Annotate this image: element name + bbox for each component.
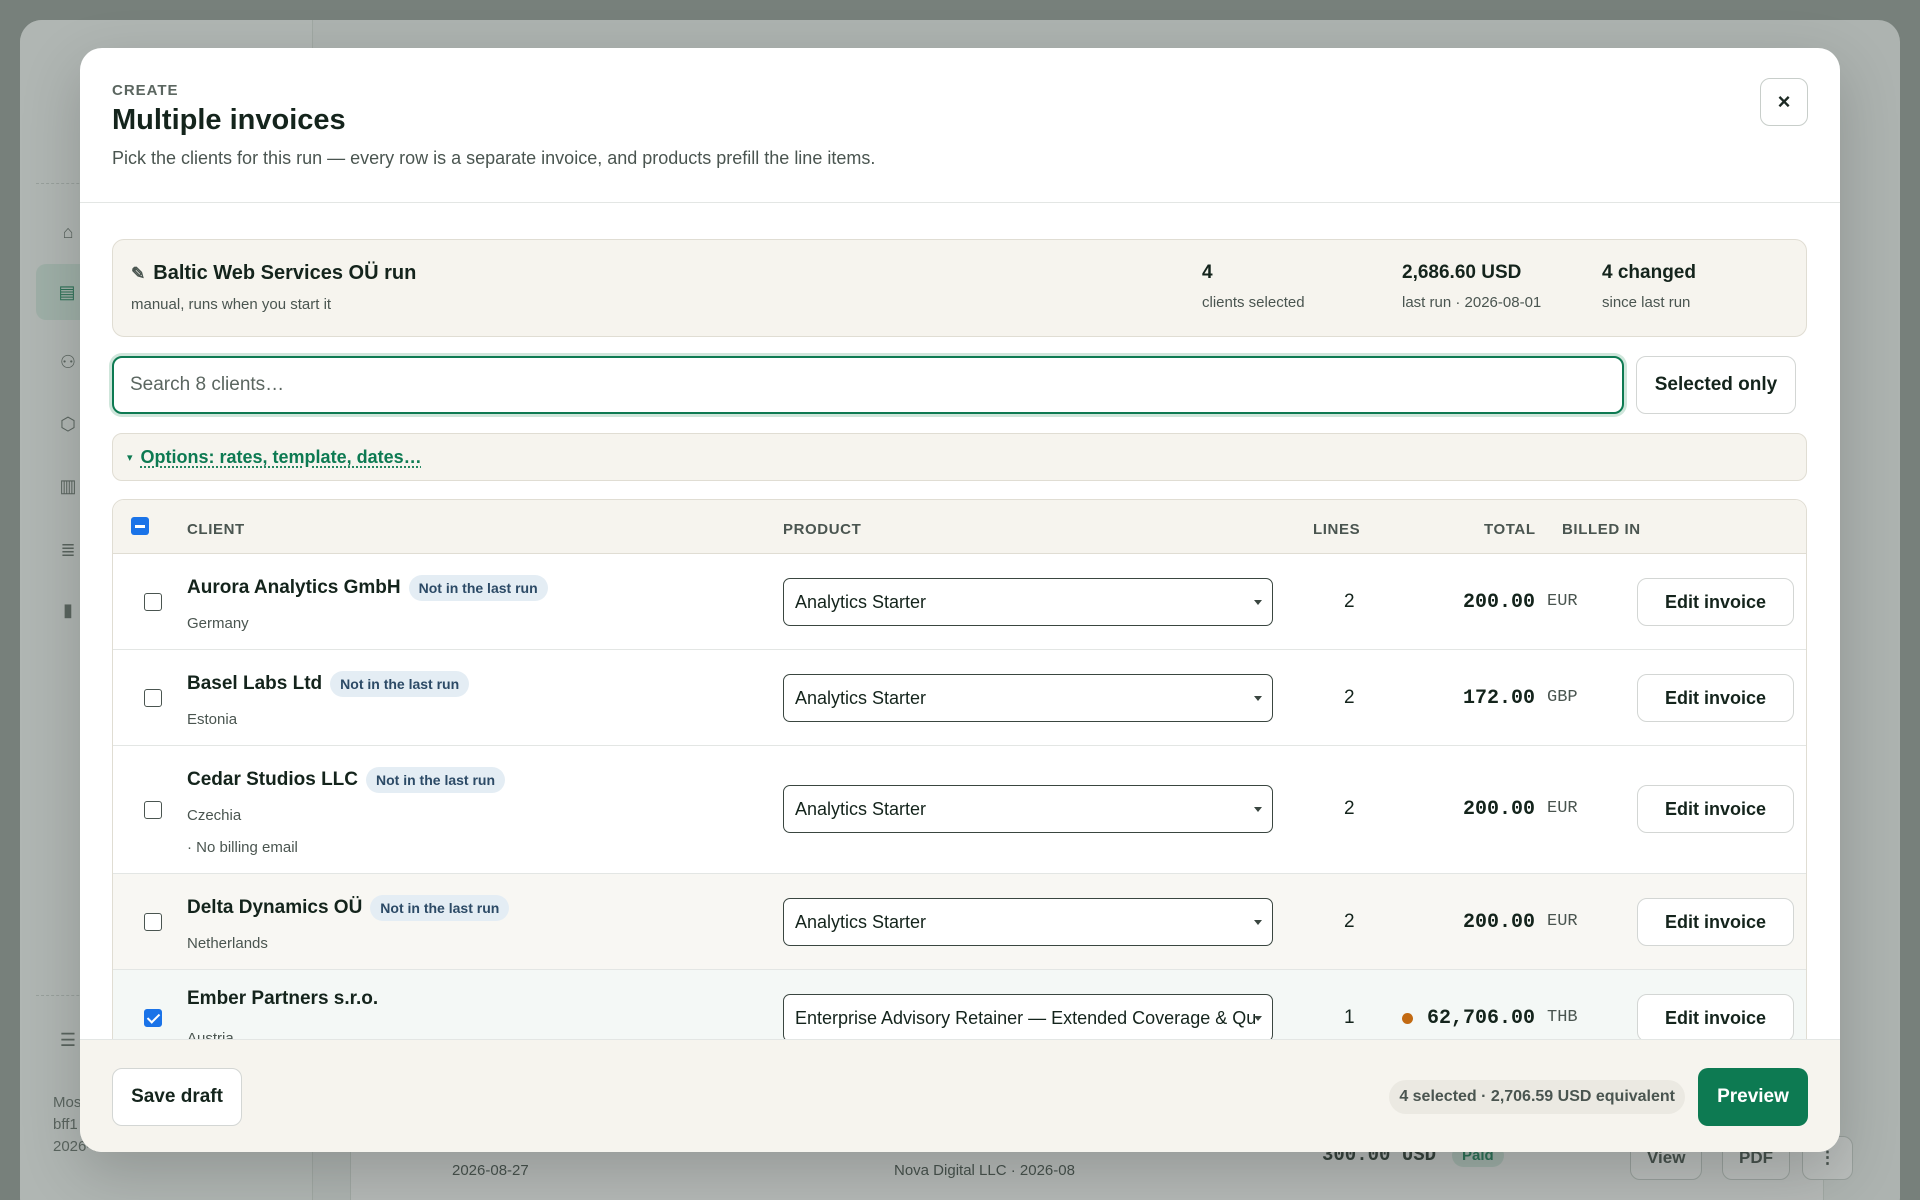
- stat-clients-selected: 4 clients selected: [1202, 262, 1305, 311]
- run-name[interactable]: ✎ Baltic Web Services OÜ run: [131, 262, 416, 285]
- status-badge: Not in the last run: [330, 671, 470, 697]
- row-checkbox[interactable]: [144, 801, 162, 819]
- chevron-down-icon: [1254, 920, 1262, 925]
- warning-dot-icon: [1401, 1013, 1413, 1024]
- status-badge: Not in the last run: [370, 895, 510, 921]
- modal-subtitle: Pick the clients for this run — every ro…: [112, 148, 876, 168]
- table-row: Cedar Studios LLC Not in the last run Cz…: [113, 746, 1806, 874]
- row-currency: EUR: [1547, 912, 1578, 931]
- table-row: Delta Dynamics OÜ Not in the last run Ne…: [113, 874, 1806, 970]
- preview-button[interactable]: Preview: [1698, 1068, 1808, 1126]
- row-checkbox[interactable]: [144, 1009, 162, 1027]
- run-name-text: Baltic Web Services OÜ run: [153, 262, 417, 284]
- header-client: CLIENT: [187, 521, 245, 538]
- edit-invoice-button[interactable]: Edit invoice: [1637, 994, 1794, 1042]
- client-name: Cedar Studios LLC Not in the last run: [187, 767, 506, 793]
- edit-invoice-button[interactable]: Edit invoice: [1637, 578, 1794, 626]
- product-select[interactable]: Analytics Starter: [783, 578, 1273, 626]
- run-description: manual, runs when you start it: [131, 296, 332, 313]
- client-name: Delta Dynamics OÜ Not in the last run: [187, 895, 510, 921]
- row-total: 200.00: [1462, 798, 1535, 821]
- product-select[interactable]: Analytics Starter: [783, 674, 1273, 722]
- pencil-icon[interactable]: ✎: [131, 264, 145, 284]
- client-name: Ember Partners s.r.o.: [187, 988, 379, 1009]
- row-checkbox[interactable]: [144, 913, 162, 931]
- save-draft-button[interactable]: Save draft: [112, 1068, 242, 1126]
- header-product: PRODUCT: [783, 521, 862, 538]
- header-lines: LINES: [1313, 521, 1361, 538]
- row-currency: THB: [1547, 1008, 1578, 1027]
- row-total: 200.00: [1462, 591, 1535, 614]
- caret-down-icon: ▾: [127, 451, 133, 464]
- chevron-down-icon: [1254, 696, 1262, 701]
- row-checkbox[interactable]: [144, 689, 162, 707]
- modal-footer: Save draft 4 selected · 2,706.59 USD equ…: [80, 1039, 1840, 1152]
- client-warning-note: · No billing email: [187, 839, 298, 856]
- client-name: Basel Labs Ltd Not in the last run: [187, 671, 470, 697]
- product-select[interactable]: Enterprise Advisory Retainer — Extended …: [783, 994, 1273, 1042]
- client-country: Czechia: [187, 807, 242, 824]
- row-checkbox[interactable]: [144, 593, 162, 611]
- line-count: 2: [1344, 798, 1355, 819]
- header-billed-in: BILLED IN: [1562, 521, 1641, 538]
- row-total: 172.00: [1462, 687, 1535, 710]
- modal-title: Multiple invoices: [112, 104, 346, 136]
- row-currency: EUR: [1547, 799, 1578, 818]
- selected-only-button[interactable]: Selected only: [1636, 356, 1796, 414]
- client-search-input[interactable]: [112, 356, 1624, 414]
- line-count: 2: [1344, 591, 1355, 612]
- table-row: Basel Labs Ltd Not in the last run Eston…: [113, 650, 1806, 746]
- edit-invoice-button[interactable]: Edit invoice: [1637, 785, 1794, 833]
- close-icon[interactable]: ×: [1760, 78, 1808, 126]
- status-badge: Not in the last run: [408, 575, 548, 601]
- row-currency: GBP: [1547, 688, 1578, 707]
- create-multiple-invoices-modal: CREATE Multiple invoices Pick the client…: [80, 48, 1840, 1152]
- product-select[interactable]: Analytics Starter: [783, 898, 1273, 946]
- line-count: 2: [1344, 687, 1355, 708]
- stat-last-run-total: 2,686.60 USD last run · 2026-08-01: [1402, 262, 1542, 311]
- stat-changed: 4 changed since last run: [1602, 262, 1696, 311]
- row-currency: EUR: [1547, 592, 1578, 611]
- modal-header: CREATE Multiple invoices Pick the client…: [80, 48, 1840, 203]
- table-header: CLIENT PRODUCT LINES TOTAL BILLED IN: [113, 500, 1806, 554]
- options-link[interactable]: Options: rates, template, dates…: [141, 447, 422, 468]
- row-total: 200.00: [1462, 911, 1535, 934]
- client-country: Estonia: [187, 711, 238, 728]
- selection-summary: 4 selected · 2,706.59 USD equivalent: [1389, 1080, 1685, 1114]
- line-count: 2: [1344, 911, 1355, 932]
- chevron-down-icon: [1254, 1016, 1262, 1021]
- edit-invoice-button[interactable]: Edit invoice: [1637, 898, 1794, 946]
- status-badge: Not in the last run: [366, 767, 506, 793]
- header-total: TOTAL: [1484, 521, 1536, 538]
- client-country: Netherlands: [187, 935, 268, 952]
- select-all-checkbox[interactable]: [131, 517, 149, 535]
- row-total: 62,706.00: [1401, 1007, 1535, 1030]
- client-country: Germany: [187, 615, 249, 632]
- modal-eyebrow: CREATE: [112, 82, 179, 99]
- edit-invoice-button[interactable]: Edit invoice: [1637, 674, 1794, 722]
- chevron-down-icon: [1254, 600, 1262, 605]
- line-count: 1: [1344, 1007, 1355, 1028]
- table-row: Aurora Analytics GmbH Not in the last ru…: [113, 554, 1806, 650]
- options-disclosure[interactable]: ▾ Options: rates, template, dates…: [112, 433, 1807, 481]
- run-summary-card: ✎ Baltic Web Services OÜ run manual, run…: [112, 239, 1807, 337]
- clients-table: CLIENT PRODUCT LINES TOTAL BILLED IN Aur…: [112, 499, 1807, 1059]
- client-name: Aurora Analytics GmbH Not in the last ru…: [187, 575, 548, 601]
- product-select[interactable]: Analytics Starter: [783, 785, 1273, 833]
- chevron-down-icon: [1254, 807, 1262, 812]
